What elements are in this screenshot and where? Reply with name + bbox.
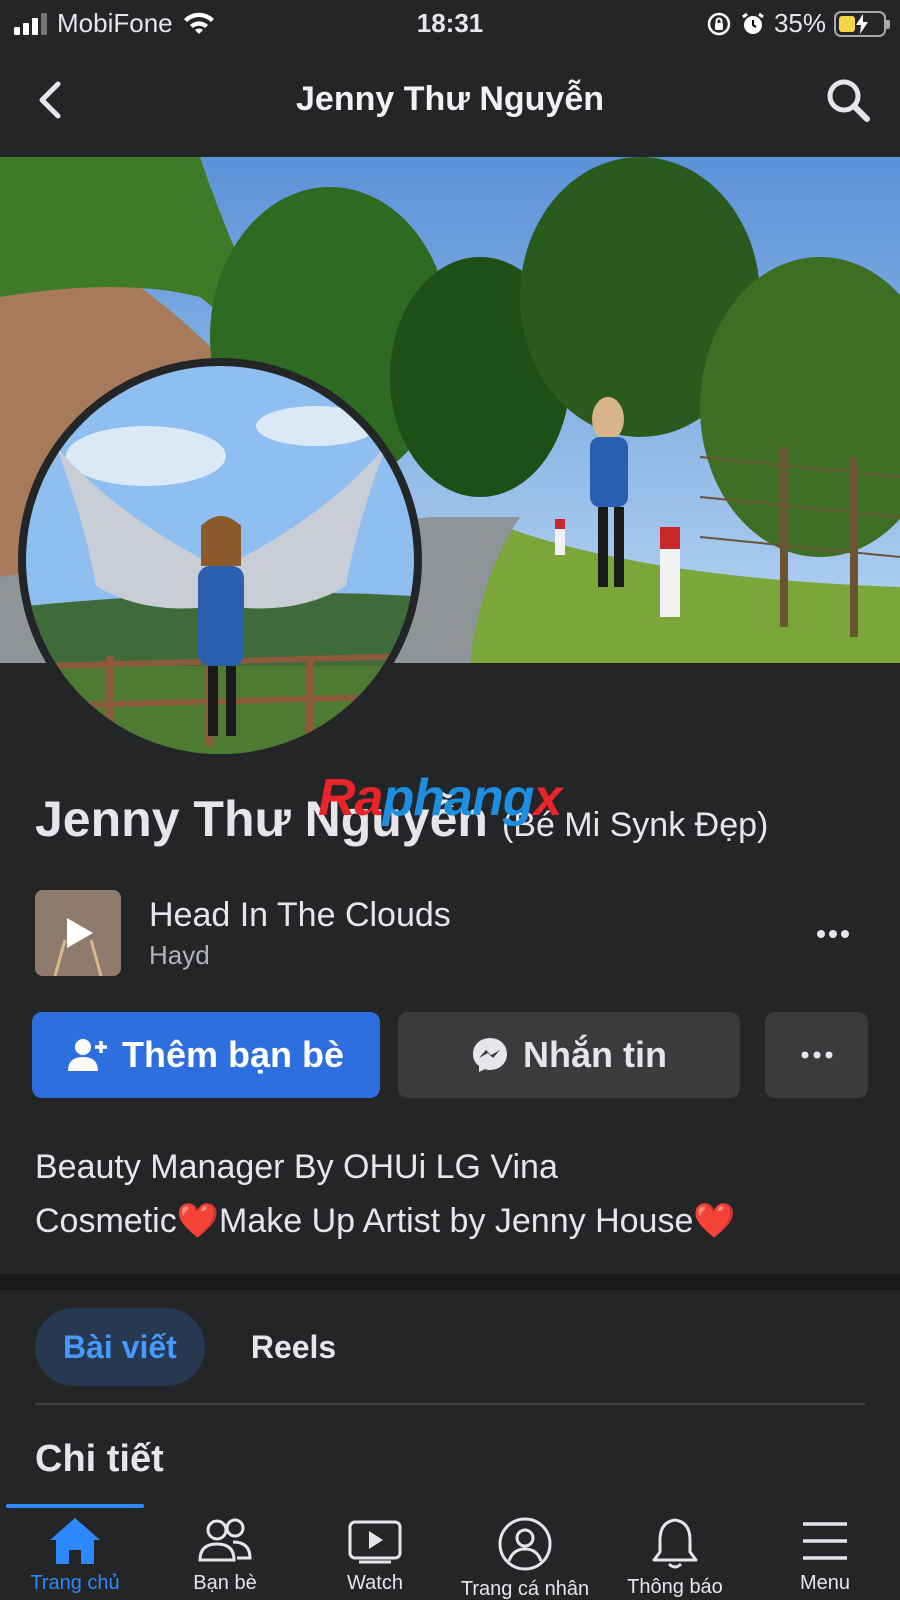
nav-home[interactable]: Trang chủ — [0, 1516, 150, 1595]
add-friend-button[interactable]: Thêm bạn bè — [32, 1012, 380, 1098]
alarm-icon — [742, 12, 764, 34]
bio-line-1: Beauty Manager By OHUi LG Vina — [35, 1148, 558, 1186]
nav-friends[interactable]: Bạn bè — [150, 1516, 300, 1595]
profile-icon — [498, 1517, 552, 1571]
battery-icon — [834, 10, 890, 37]
more-icon — [801, 1051, 832, 1059]
status-bar: MobiFone 18:31 35% — [0, 0, 900, 46]
messenger-icon — [473, 1038, 507, 1072]
more-options-icon[interactable] — [813, 914, 853, 954]
nav-notifications-label: Thông báo — [627, 1576, 723, 1598]
profile-actions: Thêm bạn bè Nhắn tin — [32, 1012, 868, 1098]
nav-profile[interactable]: Trang cá nhân — [450, 1516, 600, 1600]
details-heading: Chi tiết — [35, 1438, 164, 1480]
status-right: 35% — [706, 8, 890, 39]
section-divider — [0, 1274, 900, 1290]
nav-watch[interactable]: Watch — [300, 1516, 450, 1595]
page-title: Jenny Thư Nguyễn — [296, 80, 604, 118]
add-friend-icon — [67, 1039, 107, 1071]
nav-watch-label: Watch — [347, 1572, 403, 1594]
profile-music[interactable]: Head In The Clouds Hayd — [35, 890, 865, 978]
nav-menu[interactable]: Menu — [750, 1516, 900, 1595]
menu-icon — [803, 1522, 847, 1560]
friends-icon — [198, 1518, 252, 1562]
music-thumbnail[interactable] — [35, 890, 121, 976]
nav-menu-label: Menu — [799, 1572, 851, 1594]
nav-profile-label: Trang cá nhân — [460, 1578, 590, 1600]
nav-notifications[interactable]: Thông báo — [600, 1516, 750, 1599]
avatar[interactable] — [18, 358, 422, 762]
message-label: Nhắn tin — [523, 1034, 667, 1075]
profile-page: MobiFone 18:31 35% Jenny Thư Nguyễn Jenn… — [0, 0, 900, 1600]
tab-reels[interactable]: Reels — [251, 1329, 336, 1366]
more-actions-button[interactable] — [765, 1012, 868, 1098]
home-icon — [50, 1518, 100, 1564]
music-title: Head In The Clouds — [149, 896, 451, 934]
bio-line-2: Cosmetic❤️Make Up Artist by Jenny House❤… — [35, 1202, 736, 1240]
nav-friends-label: Bạn bè — [193, 1572, 257, 1594]
watch-icon — [348, 1520, 402, 1564]
nav-header: Jenny Thư Nguyễn — [0, 60, 900, 140]
watermark-logo: Raphangx — [318, 769, 562, 827]
message-button[interactable]: Nhắn tin — [398, 1012, 740, 1098]
active-tab-indicator — [6, 1504, 144, 1508]
nav-home-label: Trang chủ — [30, 1572, 120, 1594]
bottom-nav: Trang chủ Bạn bè Watch Trang cá nhân Thô… — [0, 1504, 900, 1600]
tab-posts[interactable]: Bài viết — [35, 1308, 205, 1386]
search-icon[interactable] — [824, 76, 872, 124]
music-artist: Hayd — [149, 940, 210, 970]
tabs-divider — [35, 1403, 865, 1405]
profile-bio: Beauty Manager By OHUi LG Vina Cosmetic❤… — [35, 1140, 865, 1248]
bell-icon — [652, 1518, 698, 1569]
orientation-lock-icon — [707, 12, 731, 35]
battery-percent: 35% — [773, 8, 826, 38]
add-friend-label: Thêm bạn bè — [121, 1034, 345, 1075]
profile-tabs: Bài viết Reels — [35, 1308, 336, 1386]
